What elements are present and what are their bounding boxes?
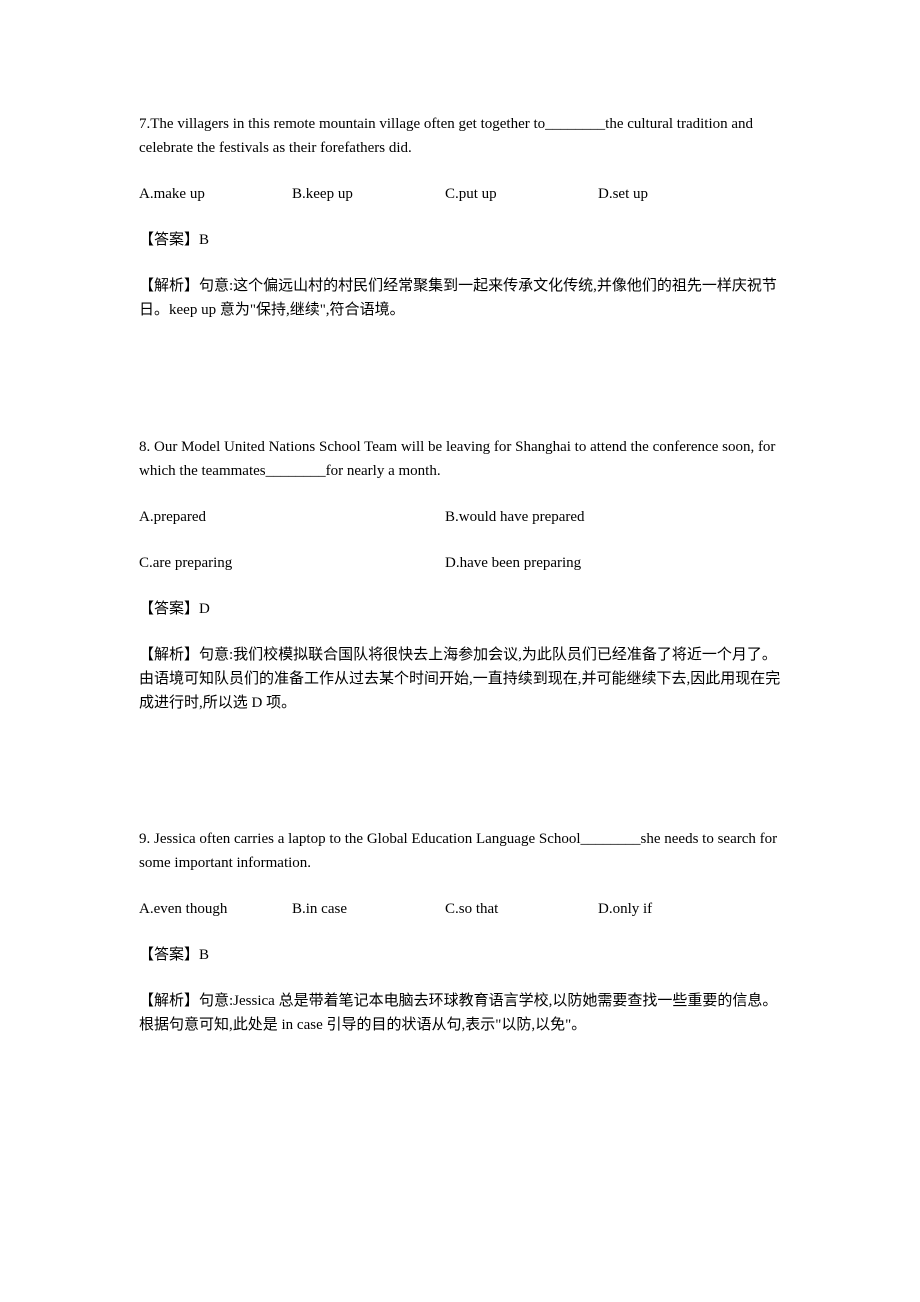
analysis-paragraph: 【解析】句意:Jessica 总是带着笔记本电脑去环球教育语言学校,以防她需要查… — [139, 989, 789, 1037]
stem-text-before: Our Model United Nations School Team wil… — [139, 439, 776, 479]
analysis-text: 句意:这个偏远山村的村民们经常聚集到一起来传承文化传统,并像他们的祖先一样庆祝节… — [139, 278, 777, 318]
option-b: B.would have prepared — [445, 509, 585, 525]
option-c: C.are preparing — [139, 555, 233, 571]
option-b: B.keep up — [292, 186, 353, 202]
option-d: D.set up — [598, 186, 648, 202]
analysis-tag: 【解析】 — [139, 278, 200, 294]
option-b: B.in case — [292, 901, 347, 917]
question-number: 9. — [139, 831, 151, 847]
question-number: 8. — [139, 439, 151, 455]
analysis-paragraph: 【解析】句意:我们校模拟联合国队将很快去上海参加会议,为此队员们已经准备了将近一… — [139, 643, 789, 715]
answer-line: 【答案】D — [139, 597, 789, 621]
answer-tag: 【答案】 — [139, 601, 200, 617]
options-group: A.even though B.in case C.so that D.only… — [139, 897, 789, 921]
analysis-paragraph: 【解析】句意:这个偏远山村的村民们经常聚集到一起来传承文化传统,并像他们的祖先一… — [139, 274, 789, 322]
question-number: 7. — [139, 116, 151, 132]
answer-tag: 【答案】 — [139, 947, 200, 963]
answer-tag: 【答案】 — [139, 232, 200, 248]
analysis-tag: 【解析】 — [139, 993, 200, 1009]
answer-value: B — [199, 947, 210, 963]
option-a: A.make up — [139, 186, 205, 202]
stem-text-after: for nearly a month. — [325, 463, 441, 479]
question-8: 8. Our Model United Nations School Team … — [139, 435, 789, 715]
answer-blank: ________ — [580, 831, 641, 847]
stem-text-before: Jessica often carries a laptop to the Gl… — [150, 831, 581, 847]
answer-blank: ________ — [545, 116, 606, 132]
question-stem: 8. Our Model United Nations School Team … — [139, 435, 789, 483]
option-c: C.so that — [445, 901, 499, 917]
analysis-text: 句意:我们校模拟联合国队将很快去上海参加会议,为此队员们已经准备了将近一个月了。… — [139, 647, 781, 711]
answer-blank: ________ — [265, 463, 326, 479]
options-group: A.make up B.keep up C.put up D.set up — [139, 182, 789, 206]
question-stem: 7.The villagers in this remote mountain … — [139, 112, 789, 160]
option-d: D.have been preparing — [445, 555, 582, 571]
options-group: A.prepared B.would have prepared C.are p… — [139, 505, 789, 575]
answer-value: B — [199, 232, 210, 248]
answer-line: 【答案】B — [139, 228, 789, 252]
analysis-text: 句意:Jessica 总是带着笔记本电脑去环球教育语言学校,以防她需要查找一些重… — [139, 993, 778, 1033]
question-9: 9. Jessica often carries a laptop to the… — [139, 827, 789, 1037]
answer-value: D — [199, 601, 210, 617]
question-stem: 9. Jessica often carries a laptop to the… — [139, 827, 789, 875]
option-d: D.only if — [598, 901, 653, 917]
option-c: C.put up — [445, 186, 497, 202]
option-a: A.even though — [139, 901, 228, 917]
option-a: A.prepared — [139, 509, 207, 525]
answer-line: 【答案】B — [139, 943, 789, 967]
document-page: 7.The villagers in this remote mountain … — [0, 0, 920, 1302]
question-7: 7.The villagers in this remote mountain … — [139, 112, 789, 322]
stem-text-before: The villagers in this remote mountain vi… — [150, 116, 546, 132]
analysis-tag: 【解析】 — [139, 647, 200, 663]
